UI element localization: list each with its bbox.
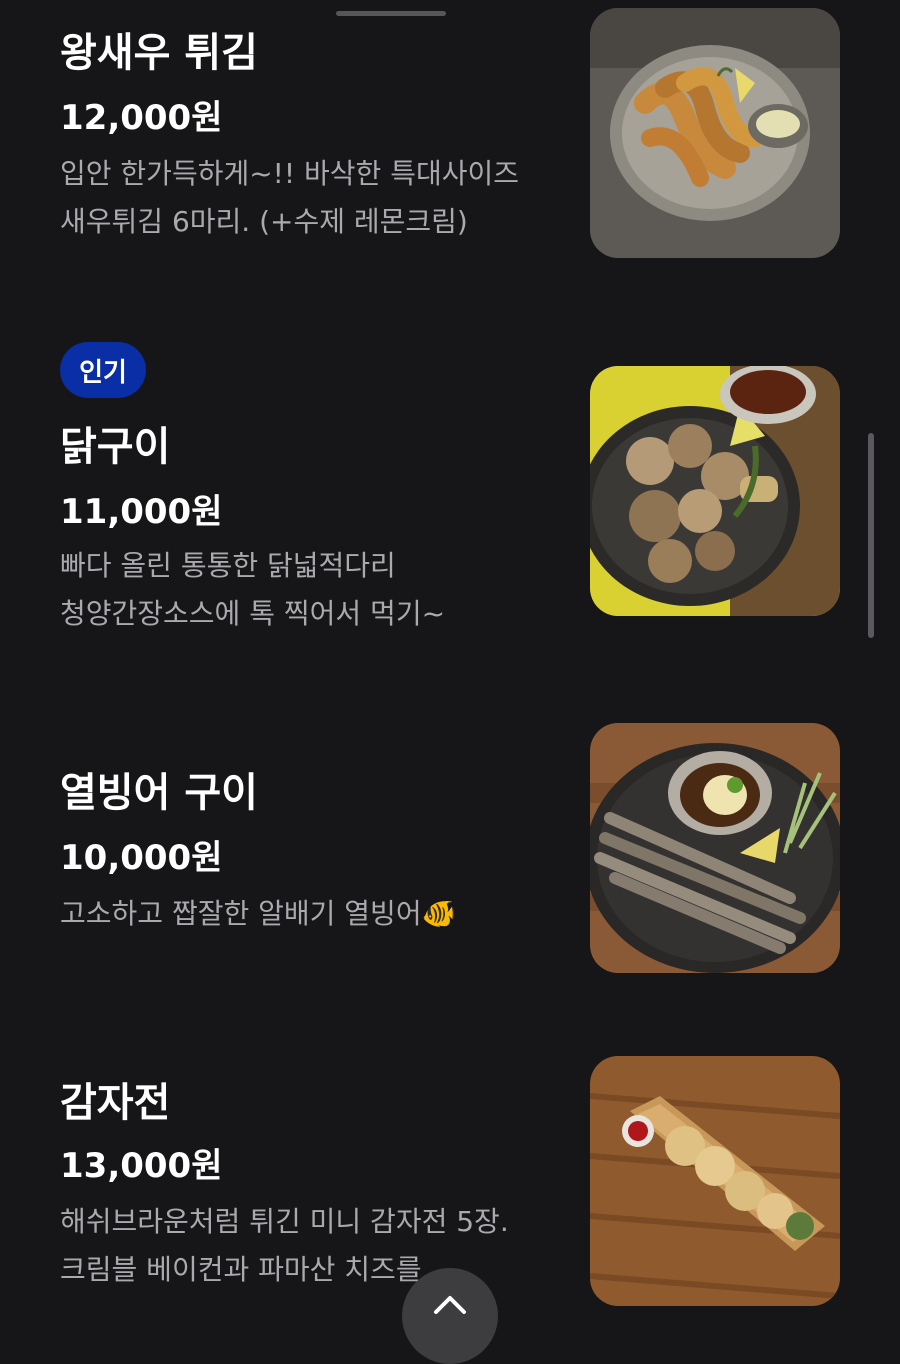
menu-item-description: 해쉬브라운처럼 튀긴 미니 감자전 5장. 크림블 베이컨과 파마산 치즈를	[60, 1198, 560, 1294]
scroll-to-top-button[interactable]	[402, 1268, 498, 1364]
menu-item[interactable]: 왕새우 튀김 12,000원 입안 한가득하게~!! 바삭한 특대사이즈 새우튀…	[0, 0, 900, 300]
grilled-chicken-photo[interactable]	[590, 366, 840, 616]
popular-badge: 인기	[60, 342, 146, 398]
menu-item-price: 12,000원	[60, 98, 223, 138]
chevron-up-icon	[430, 1268, 470, 1320]
menu-item-name: 왕새우 튀김	[60, 30, 258, 76]
menu-item[interactable]: 인기 닭구이 11,000원 빠다 올린 통통한 닭넓적다리 청양간장소스에 톡…	[0, 330, 900, 660]
description-line: 입안 한가득하게~!! 바삭한 특대사이즈	[60, 157, 520, 190]
menu-item-name: 열빙어 구이	[60, 770, 258, 816]
menu-item[interactable]: 열빙어 구이 10,000원 고소하고 짭잘한 알배기 열빙어🐠	[0, 700, 900, 1000]
description-line: 해쉬브라운처럼 튀긴 미니 감자전 5장.	[60, 1205, 509, 1238]
description-line: 고소하고 짭잘한 알배기 열빙어🐠	[60, 897, 457, 930]
menu-item-name: 감자전	[60, 1080, 171, 1126]
menu-item-description: 고소하고 짭잘한 알배기 열빙어🐠	[60, 890, 560, 938]
menu-list: 왕새우 튀김 12,000원 입안 한가득하게~!! 바삭한 특대사이즈 새우튀…	[0, 0, 900, 1327]
potato-pancake-photo[interactable]	[590, 1056, 840, 1306]
fried-shrimp-photo[interactable]	[590, 8, 840, 258]
description-line: 청양간장소스에 톡 찍어서 먹기~	[60, 597, 446, 630]
menu-item-price: 13,000원	[60, 1146, 223, 1186]
description-line: 빠다 올린 통통한 닭넓적다리	[60, 549, 396, 582]
grilled-smelt-photo[interactable]	[590, 723, 840, 973]
menu-item-description: 빠다 올린 통통한 닭넓적다리 청양간장소스에 톡 찍어서 먹기~	[60, 542, 560, 638]
menu-item-name: 닭구이	[60, 424, 171, 470]
menu-item-description: 입안 한가득하게~!! 바삭한 특대사이즈 새우튀김 6마리. (+수제 레몬크…	[60, 150, 560, 246]
scrollbar[interactable]	[868, 433, 874, 638]
menu-item-price: 10,000원	[60, 838, 223, 878]
menu-item-price: 11,000원	[60, 492, 223, 532]
description-line: 새우튀김 6마리. (+수제 레몬크림)	[60, 205, 468, 238]
